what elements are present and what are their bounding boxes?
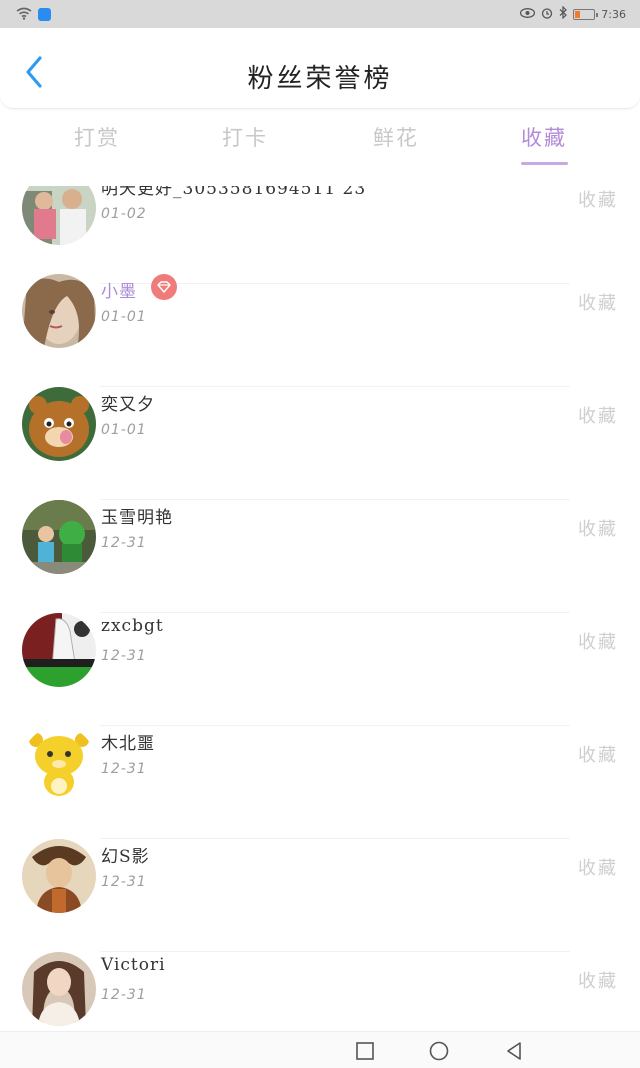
status-right: 7:36 <box>520 5 626 23</box>
battery-icon <box>573 8 599 20</box>
fan-name: 奕又夕 <box>101 395 155 415</box>
fan-name: Victori <box>101 955 166 975</box>
list-item[interactable]: 玉雪明艳 12-31 收藏 <box>0 500 640 613</box>
list-item[interactable]: Victori 12-31 收藏 <box>0 952 640 1031</box>
back-nav-button[interactable] <box>503 1040 525 1062</box>
list-item[interactable]: 明天更好_3053581694511 23 01-02 收藏 <box>0 186 640 284</box>
page-title: 粉丝荣誉榜 <box>247 64 393 94</box>
active-tab-indicator <box>521 162 568 165</box>
avatar <box>22 500 96 574</box>
bluetooth-icon <box>559 5 568 22</box>
list-item[interactable]: 小墨 01-01 收藏 <box>0 274 640 387</box>
fan-name: 幻S影 <box>101 847 150 867</box>
fan-name: 小墨 <box>101 282 137 302</box>
tab-bar: 打赏 打卡 鲜花 收藏 <box>0 110 640 168</box>
list-item[interactable]: 奕又夕 01-01 收藏 <box>0 387 640 500</box>
avatar <box>22 839 96 913</box>
circle-icon <box>429 1041 449 1061</box>
status-time: 7:36 <box>601 7 626 21</box>
favorite-tag: 收藏 <box>578 190 618 211</box>
wifi-icon <box>16 5 32 24</box>
square-icon <box>356 1042 374 1060</box>
avatar <box>22 387 96 461</box>
fan-date: 12-31 <box>101 874 147 890</box>
fan-date: 12-31 <box>101 761 147 777</box>
avatar <box>22 952 96 1026</box>
fan-date: 01-02 <box>101 206 147 222</box>
tab-checkin[interactable]: 打卡 <box>185 122 305 152</box>
favorite-tag: 收藏 <box>578 632 618 653</box>
avatar <box>22 274 96 348</box>
app-notification-icon <box>38 7 51 21</box>
diamond-badge-icon <box>151 274 177 300</box>
fan-name: 明天更好_3053581694511 23 <box>101 186 367 199</box>
fan-name: 木北噩 <box>101 734 155 754</box>
avatar <box>22 186 96 245</box>
triangle-back-icon <box>507 1042 521 1060</box>
favorite-tag: 收藏 <box>578 745 618 766</box>
avatar <box>22 726 96 800</box>
favorite-tag: 收藏 <box>578 971 618 992</box>
favorite-tag: 收藏 <box>578 858 618 879</box>
home-button[interactable] <box>428 1040 450 1062</box>
favorite-tag: 收藏 <box>578 519 618 540</box>
favorite-tag: 收藏 <box>578 293 618 314</box>
system-nav-bar <box>0 1031 640 1068</box>
list-item[interactable]: zxcbgt 12-31 收藏 <box>0 613 640 726</box>
fan-list: 明天更好_3053581694511 23 01-02 收藏 小墨 01-01 … <box>0 186 640 1031</box>
recent-apps-button[interactable] <box>354 1040 376 1062</box>
fan-date: 01-01 <box>101 309 147 325</box>
fan-date: 12-31 <box>101 987 147 1003</box>
avatar <box>22 613 96 687</box>
status-left <box>16 5 51 23</box>
list-item[interactable]: 木北噩 12-31 收藏 <box>0 726 640 839</box>
tab-reward[interactable]: 打赏 <box>37 122 157 152</box>
alarm-icon <box>541 7 553 22</box>
tab-favorites[interactable]: 收藏 <box>484 122 604 152</box>
eye-icon <box>520 7 536 21</box>
header: 粉丝荣誉榜 <box>0 28 640 109</box>
favorite-tag: 收藏 <box>578 406 618 427</box>
status-bar: 7:36 <box>0 0 640 28</box>
list-item[interactable]: 幻S影 12-31 收藏 <box>0 839 640 952</box>
fan-date: 12-31 <box>101 648 147 664</box>
fan-date: 12-31 <box>101 535 147 551</box>
fan-name: zxcbgt <box>101 616 164 636</box>
fan-name: 玉雪明艳 <box>101 508 173 528</box>
tab-flowers[interactable]: 鲜花 <box>336 122 456 152</box>
fan-date: 01-01 <box>101 422 147 438</box>
